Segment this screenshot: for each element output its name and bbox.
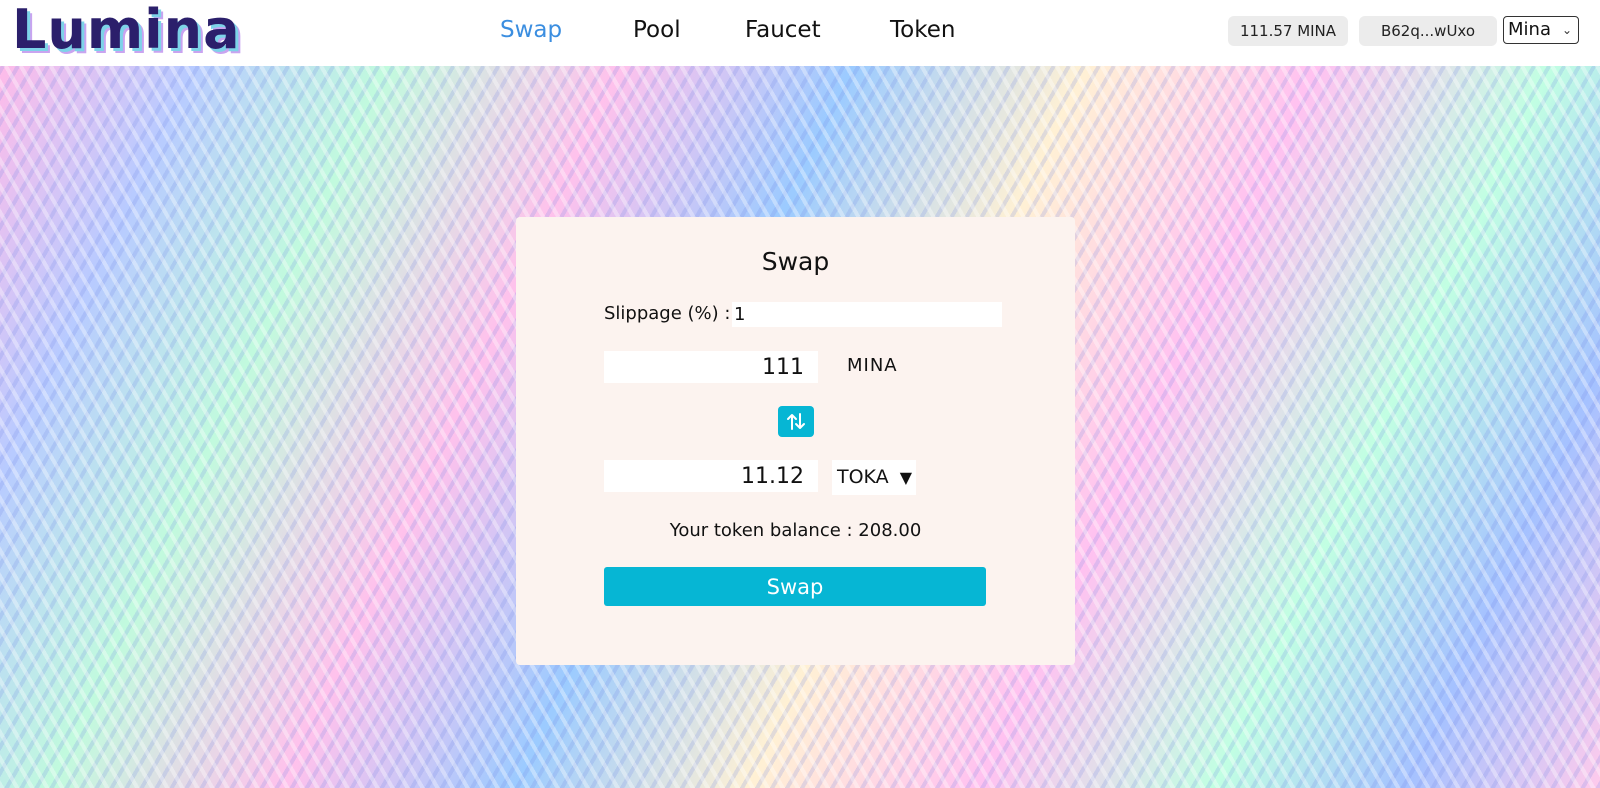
switch-direction-button[interactable] — [778, 406, 814, 437]
top-bar: Lumina Swap Pool Faucet Token 111.57 MIN… — [0, 0, 1600, 66]
from-token-label: MINA — [847, 355, 898, 376]
to-token-select[interactable]: TOKA ▼ — [832, 460, 916, 495]
lumina-logo[interactable]: Lumina — [12, 0, 241, 60]
to-token-value: TOKA — [837, 466, 889, 488]
nav-faucet[interactable]: Faucet — [745, 12, 821, 48]
swap-button[interactable]: Swap — [604, 567, 986, 606]
from-amount-input[interactable] — [604, 351, 818, 383]
network-select-value: Mina — [1508, 19, 1551, 40]
swap-card-title: Swap — [761, 247, 830, 276]
swap-vertical-arrows-icon — [787, 413, 805, 430]
nav-pool[interactable]: Pool — [633, 12, 681, 48]
to-amount-input[interactable] — [604, 460, 818, 492]
wallet-balance-badge: 111.57 MINA — [1228, 16, 1348, 46]
token-balance-text: Your token balance : 208.00 — [669, 520, 922, 541]
nav-swap[interactable]: Swap — [500, 12, 562, 48]
chevron-down-icon: ⌄ — [1561, 23, 1572, 37]
nav-token[interactable]: Token — [890, 12, 955, 48]
network-select[interactable]: Mina ⌄ — [1503, 16, 1579, 44]
slippage-label: Slippage (%) : — [604, 303, 731, 324]
wallet-address-button[interactable]: B62q...wUxo — [1359, 16, 1497, 46]
swap-card: Swap Slippage (%) : MINA TOKA ▼ Your tok… — [516, 217, 1075, 665]
slippage-input[interactable] — [732, 302, 1002, 327]
caret-down-icon: ▼ — [899, 468, 912, 487]
